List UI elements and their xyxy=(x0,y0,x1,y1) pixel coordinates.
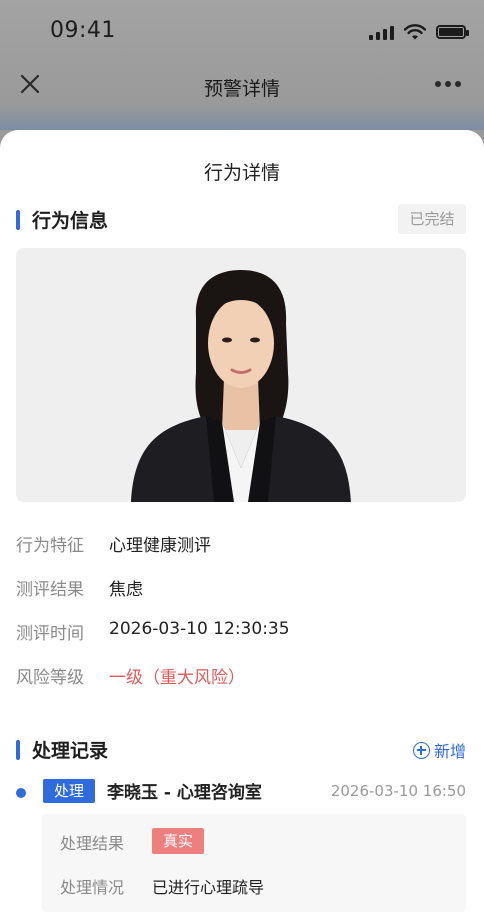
record-result-label: 处理结果 xyxy=(60,834,125,853)
result-label: 测评结果 xyxy=(16,580,84,600)
section-accent-bar xyxy=(16,210,20,230)
status-time: 09:41 xyxy=(50,18,116,43)
time-value: 2026-03-10 12:30:35 xyxy=(109,619,290,639)
person-photo[interactable] xyxy=(16,248,466,502)
status-icons xyxy=(369,22,469,42)
behavior-section-header: 行为信息 已完结 xyxy=(16,204,466,234)
record-detail-box: 处理结果 真实 处理情况 已进行心理疏导 xyxy=(42,814,466,912)
behavior-section-title: 行为信息 xyxy=(32,210,109,232)
info-row-time: 测评时间 2026-03-10 12:30:35 xyxy=(16,619,466,644)
battery-icon xyxy=(436,25,469,39)
record-type-tag: 处理 xyxy=(43,779,95,803)
records-section-header: 处理记录 新增 xyxy=(16,736,466,764)
record-detail-label: 处理情况 xyxy=(60,878,125,897)
nav-title: 预警详情 xyxy=(203,78,280,100)
timeline-dot xyxy=(16,788,26,798)
record-time: 2026-03-10 16:50 xyxy=(330,782,466,800)
result-value: 焦虑 xyxy=(109,580,143,600)
status-badge: 已完结 xyxy=(398,204,466,234)
nav-bar: 预警详情 xyxy=(0,66,484,106)
feature-label: 行为特征 xyxy=(16,536,84,556)
top-bar: 09:41 预警详情 xyxy=(0,0,484,130)
more-icon[interactable] xyxy=(434,70,462,95)
risk-value: 一级（重大风险） xyxy=(109,668,245,688)
info-row-feature: 行为特征 心理健康测评 xyxy=(16,531,466,556)
status-bar: 09:41 xyxy=(0,18,484,48)
detail-sheet: 行为详情 行为信息 已完结 行为特征 心理健康测评 测评结果 焦虑 测评时间 2… xyxy=(0,130,484,919)
record-item[interactable]: 处理 李晓玉 - 心理咨询室 2026-03-10 16:50 xyxy=(16,778,466,806)
section-accent-bar xyxy=(16,740,20,760)
portrait-image xyxy=(16,248,466,502)
record-handler: 李晓玉 - 心理咨询室 xyxy=(107,783,262,803)
plus-circle-icon xyxy=(412,741,430,759)
add-record-label: 新增 xyxy=(433,742,466,761)
signal-icon xyxy=(369,24,394,40)
info-row-risk: 风险等级 一级（重大风险） xyxy=(16,663,466,688)
feature-value: 心理健康测评 xyxy=(109,536,211,556)
sheet-title: 行为详情 xyxy=(203,162,280,184)
record-result-tag: 真实 xyxy=(152,828,204,854)
record-detail-value: 已进行心理疏导 xyxy=(152,878,265,897)
risk-label: 风险等级 xyxy=(16,668,84,688)
time-label: 测评时间 xyxy=(16,624,84,644)
add-record-button[interactable]: 新增 xyxy=(412,736,466,764)
wifi-icon xyxy=(404,24,426,40)
records-section-title: 处理记录 xyxy=(32,740,109,762)
info-row-result: 测评结果 焦虑 xyxy=(16,575,466,600)
